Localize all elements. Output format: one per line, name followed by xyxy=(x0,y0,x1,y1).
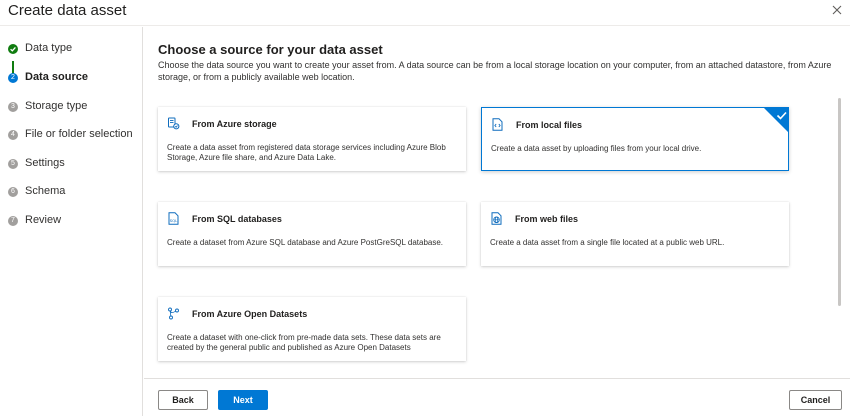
open-datasets-icon xyxy=(168,307,179,320)
next-button[interactable]: Next xyxy=(218,390,268,410)
step-storage-type[interactable]: 3 Storage type xyxy=(8,100,138,116)
local-file-icon xyxy=(492,118,503,131)
source-card-web-files[interactable]: From web files Create a data asset from … xyxy=(481,202,789,266)
step-label: Settings xyxy=(25,157,65,169)
card-description: Create a data asset from registered data… xyxy=(167,143,446,162)
section-heading: Choose a source for your data asset xyxy=(158,42,383,57)
source-card-azure-storage[interactable]: From Azure storage Create a data asset f… xyxy=(158,107,466,171)
step-label: Storage type xyxy=(25,100,88,112)
step-label: Review xyxy=(25,214,62,226)
back-button[interactable]: Back xyxy=(158,390,208,410)
step-complete-icon xyxy=(8,44,18,54)
step-data-type[interactable]: Data type xyxy=(8,42,138,58)
card-title: From Azure storage xyxy=(192,119,277,129)
source-card-sql-databases[interactable]: SQL From SQL databases Create a dataset … xyxy=(158,202,466,266)
step-number-badge: 3 xyxy=(8,102,18,112)
card-description: Create a dataset with one-click from pre… xyxy=(167,333,441,352)
close-icon[interactable] xyxy=(829,2,845,18)
step-settings[interactable]: 5 Settings xyxy=(8,157,138,173)
card-description: Create a data asset by uploading files f… xyxy=(491,144,702,153)
svg-text:SQL: SQL xyxy=(170,218,178,223)
step-number-badge: 4 xyxy=(8,130,18,140)
azure-storage-icon xyxy=(168,117,180,130)
source-card-local-files[interactable]: From local files Create a data asset by … xyxy=(481,107,789,171)
step-label: File or folder selection xyxy=(25,128,133,140)
card-title: From web files xyxy=(515,214,579,224)
step-schema[interactable]: 6 Schema xyxy=(8,185,138,201)
step-number-badge: 7 xyxy=(8,216,18,226)
vertical-scrollbar[interactable] xyxy=(838,98,841,306)
step-data-source[interactable]: 2 Data source xyxy=(8,71,138,87)
step-file-or-folder-selection[interactable]: 4 File or folder selection xyxy=(8,128,138,144)
step-label: Schema xyxy=(25,185,66,197)
cancel-button[interactable]: Cancel xyxy=(789,390,842,410)
selected-checkmark-icon xyxy=(763,107,789,133)
step-label: Data type xyxy=(25,42,73,54)
main-content: Choose a source for your data asset Choo… xyxy=(144,27,850,416)
card-description: Create a data asset from a single file l… xyxy=(490,238,725,247)
card-title: From SQL databases xyxy=(192,214,282,224)
card-description: Create a dataset from Azure SQL database… xyxy=(167,238,444,247)
card-title: From local files xyxy=(516,120,583,130)
section-description: Choose the data source you want to creat… xyxy=(158,60,832,82)
source-card-azure-open-datasets[interactable]: From Azure Open Datasets Create a datase… xyxy=(158,297,466,361)
step-number-badge: 5 xyxy=(8,159,18,169)
card-title: From Azure Open Datasets xyxy=(192,309,308,319)
sql-database-icon: SQL xyxy=(168,212,179,225)
panel-header: Create data asset xyxy=(0,0,850,26)
wizard-footer: Back Next Cancel xyxy=(144,378,850,416)
step-number-badge: 6 xyxy=(8,187,18,197)
step-label: Data source xyxy=(25,71,88,83)
step-review[interactable]: 7 Review xyxy=(8,214,138,230)
web-file-icon xyxy=(491,212,502,225)
page-title: Create data asset xyxy=(8,2,127,19)
wizard-steps: Data type 2 Data source 3 Storage type 4… xyxy=(0,27,143,416)
step-number-badge: 2 xyxy=(8,73,18,83)
